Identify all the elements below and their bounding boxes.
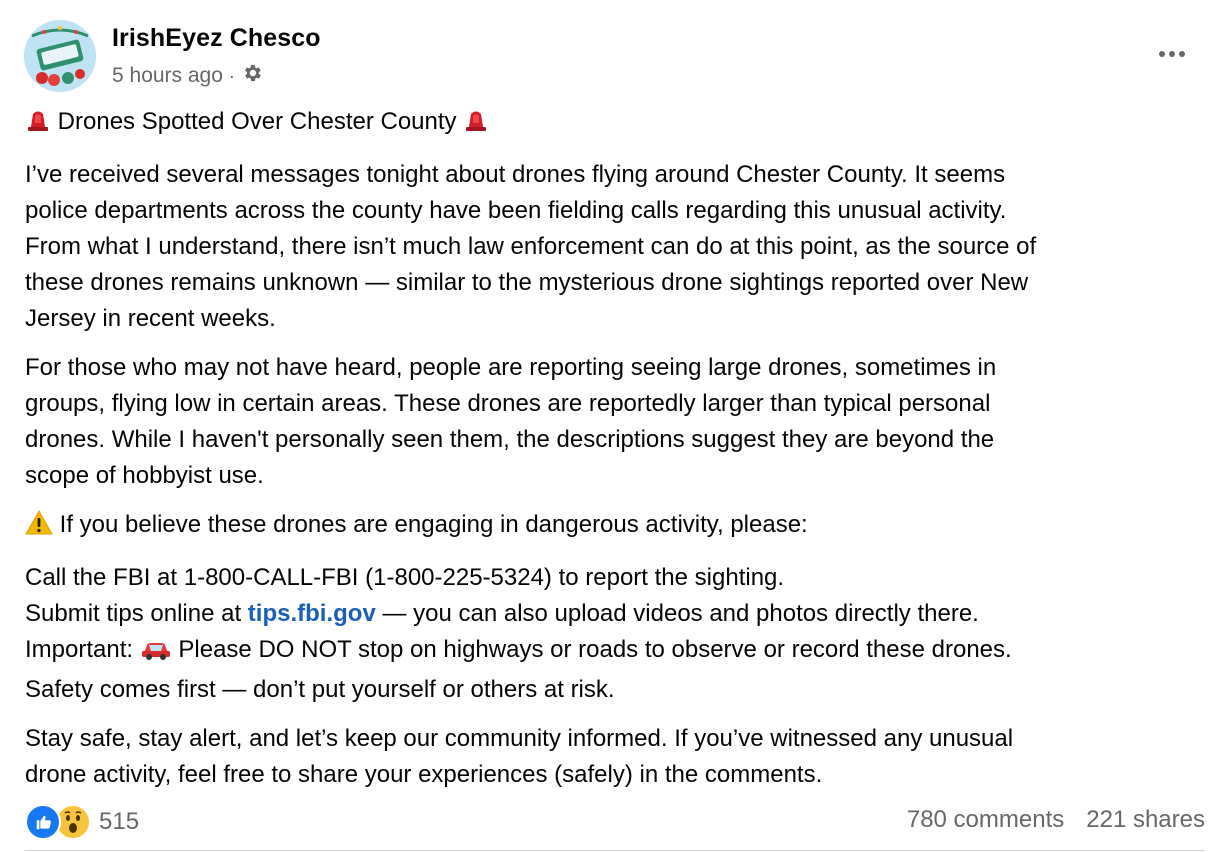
like-reaction-icon [25,804,61,840]
shares-count[interactable]: 221 shares [1086,806,1205,834]
text-line: Jersey in recent weeks. [25,305,276,332]
important-line: Important: Please DO NOT stop on highway… [25,632,1205,672]
gear-icon[interactable] [241,62,263,90]
paragraph-1: I’ve received several messages tonight a… [25,157,1205,337]
paragraph-2: For those who may not have heard, people… [25,350,1205,494]
author-avatar[interactable] [24,20,96,92]
important-prefix: Important: [25,636,140,663]
tips-prefix: Submit tips online at [25,600,248,627]
reaction-count: 515 [99,808,140,835]
author-name[interactable]: IrishEyez Chesco [112,24,321,53]
meta-separator: · [228,65,235,86]
post-card: IrishEyez Chesco 5 hours ago · Drones Sp… [0,0,1226,852]
engagement-stats: 780 comments 221 shares [907,806,1205,834]
comments-count[interactable]: 780 comments [907,806,1064,834]
text-line: I’ve received several messages tonight a… [25,161,1006,188]
police-light-icon [463,107,489,144]
instructions-paragraph: Call the FBI at 1-800-CALL-FBI (1-800-22… [25,560,1205,708]
warning-paragraph: If you believe these drones are engaging… [25,507,1205,547]
post-title-line: Drones Spotted Over Chester County [25,104,1205,144]
warning-text: If you believe these drones are engaging… [59,511,808,538]
post-body: Drones Spotted Over Chester County I’ve … [25,104,1205,806]
text-line: drones. While I haven't personally seen … [25,426,995,453]
text-line: groups, flying low in certain areas. The… [25,390,991,417]
text-line: From what I understand, there isn’t much… [25,233,1037,260]
text-line: drone activity, feel free to share your … [25,761,823,788]
post-footer: 515 780 comments 221 shares [25,800,1205,844]
warning-icon [25,510,53,547]
important-text: Please DO NOT stop on highways or roads … [171,636,1012,663]
police-light-icon [25,107,51,144]
text-line: these drones remains unknown — similar t… [25,269,1029,296]
text-line: Stay safe, stay alert, and let’s keep ou… [25,725,1014,752]
text-line: police departments across the county hav… [25,197,1007,224]
post-meta: 5 hours ago · [112,62,263,90]
post-timestamp[interactable]: 5 hours ago [112,64,223,88]
tips-line: Submit tips online at tips.fbi.gov — you… [25,596,1205,632]
tips-suffix: — you can also upload videos and photos … [375,600,979,627]
footer-divider [25,850,1205,851]
text-line: scope of hobbyist use. [25,462,264,489]
car-icon [140,636,172,672]
safety-line: Safety comes first — don’t put yourself … [25,676,615,703]
closing-paragraph: Stay safe, stay alert, and let’s keep ou… [25,721,1205,793]
text-line: For those who may not have heard, people… [25,354,997,381]
more-options-icon[interactable] [1150,36,1194,72]
post-title: Drones Spotted Over Chester County [57,108,457,135]
reactions-summary[interactable]: 515 [25,804,139,840]
fbi-tips-link[interactable]: tips.fbi.gov [248,600,376,627]
fbi-call-line: Call the FBI at 1-800-CALL-FBI (1-800-22… [25,564,785,591]
